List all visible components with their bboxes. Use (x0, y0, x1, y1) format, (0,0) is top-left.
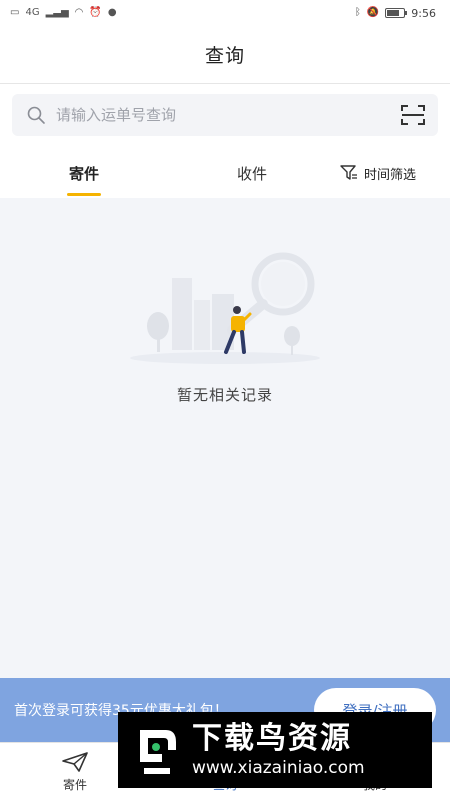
time-filter-label: 时间筛选 (364, 167, 417, 183)
status-right-icons: ᛒ 🔕 9:56 (355, 7, 436, 20)
paper-plane-icon (62, 751, 88, 772)
search-bar[interactable] (12, 94, 438, 136)
page-title: 查询 (204, 45, 245, 67)
hd-icon: ▭ (10, 7, 20, 18)
time-filter-button[interactable]: 时间筛选 (336, 148, 450, 198)
wifi-icon: ◠ (74, 7, 84, 18)
search-section (0, 84, 450, 148)
tab-receive[interactable]: 收件 (168, 148, 336, 198)
alarm-icon: ⏰ (89, 7, 102, 18)
network-label: 4G (25, 7, 40, 18)
empty-state: 暂无相关记录 (0, 198, 450, 678)
watermark-texts: 下载鸟资源 www.xiazainiao.com (192, 721, 365, 779)
tab-send[interactable]: 寄件 (0, 148, 168, 198)
tab-send-label: 寄件 (68, 164, 99, 183)
signal-icon: ▂▃▅ (45, 7, 69, 18)
header: 查询 (0, 26, 450, 84)
scan-icon[interactable] (400, 103, 426, 127)
status-bar: ▭ 4G ▂▃▅ ◠ ⏰ ● ᛒ 🔕 9:56 (0, 0, 450, 26)
tab-receive-label: 收件 (236, 164, 267, 183)
watermark-title: 下载鸟资源 (192, 721, 352, 756)
nav-send-label: 寄件 (62, 777, 87, 792)
status-time: 9:56 (411, 6, 436, 20)
tab-bar: 寄件 收件 时间筛选 (0, 148, 450, 198)
bird-logo-icon (140, 730, 176, 774)
empty-illustration (130, 252, 320, 364)
filter-icon (340, 165, 357, 180)
empty-message: 暂无相关记录 (176, 386, 273, 404)
watermark-url: www.xiazainiao.com (192, 758, 365, 778)
search-icon (27, 106, 45, 124)
active-tab-underline (67, 193, 101, 196)
search-input[interactable] (56, 106, 400, 124)
status-left-icons: ▭ 4G ▂▃▅ ◠ ⏰ ● (10, 8, 117, 18)
bluetooth-icon: ᛒ (354, 7, 361, 18)
mute-icon: 🔕 (366, 7, 380, 18)
watermark-overlay: 下载鸟资源 www.xiazainiao.com (118, 712, 432, 788)
battery-icon (385, 8, 408, 18)
chat-bubble-icon: ● (107, 7, 117, 18)
